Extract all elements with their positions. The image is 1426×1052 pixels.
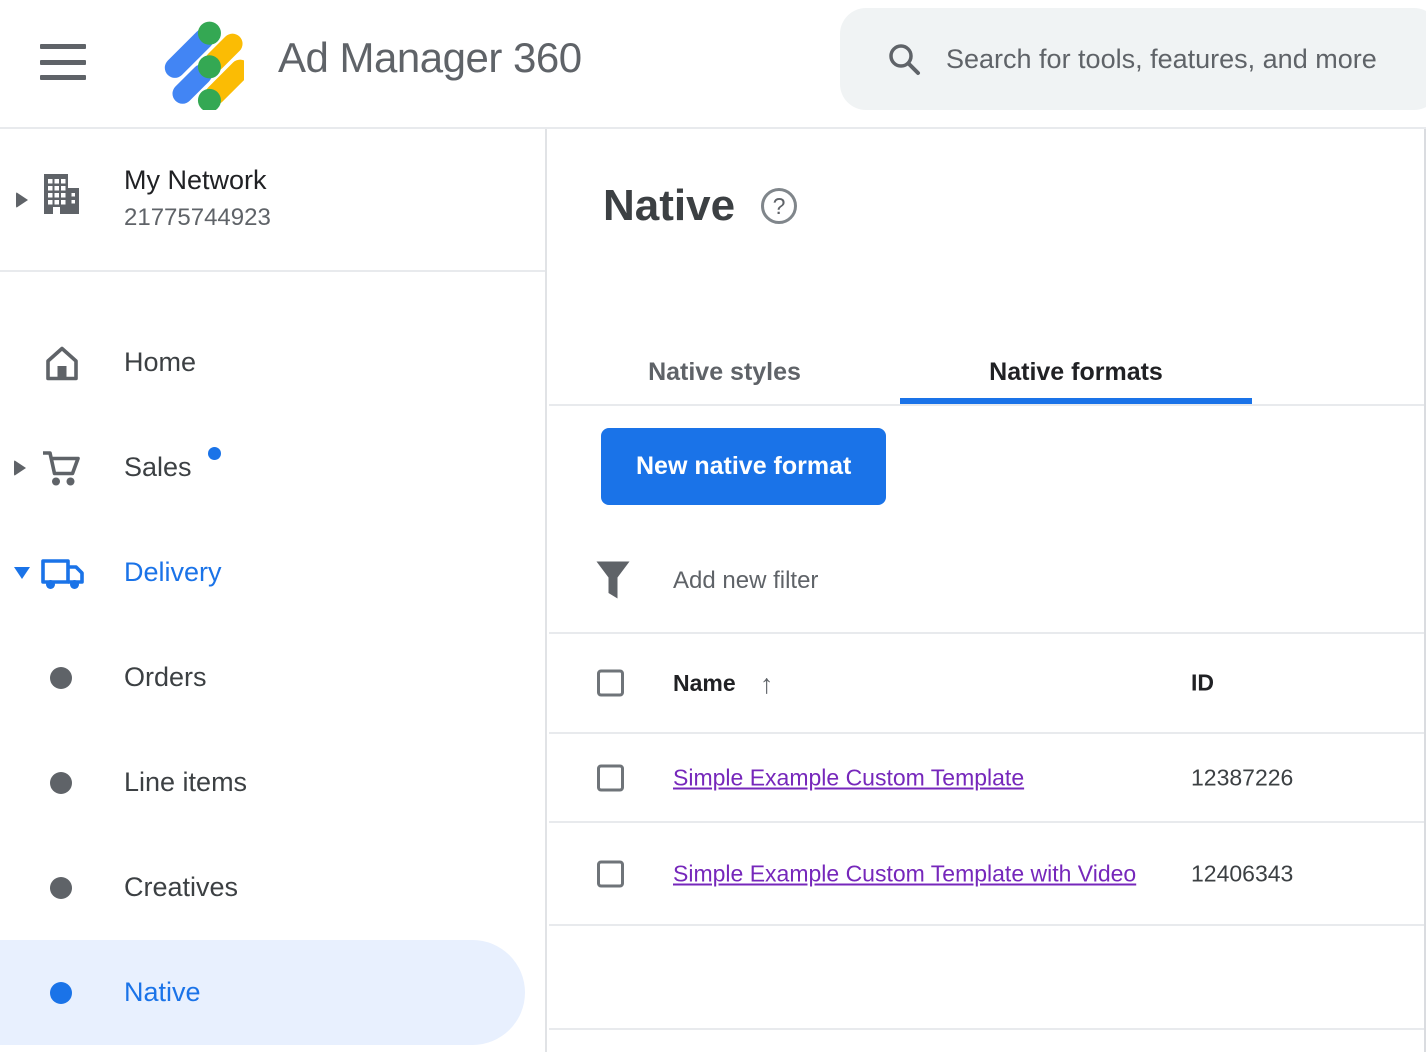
help-icon[interactable]: ? <box>761 188 797 224</box>
native-formats-table: Name ↑ ID Simple Example Custom Template… <box>549 634 1424 1030</box>
add-new-filter-label: Add new filter <box>673 567 818 595</box>
native-format-id: 12406343 <box>1191 860 1293 887</box>
sidebar: My Network 21775744923 Home <box>0 129 547 1052</box>
sidebar-item-creatives[interactable]: Creatives <box>0 835 545 940</box>
search-icon <box>886 41 922 77</box>
native-format-link[interactable]: Simple Example Custom Template with Vide… <box>673 860 1136 886</box>
row-checkbox[interactable] <box>597 764 624 791</box>
tab-native-styles[interactable]: Native styles <box>572 340 877 404</box>
building-icon <box>38 171 84 217</box>
row-checkbox[interactable] <box>597 860 624 887</box>
sidebar-item-orders[interactable]: Orders <box>0 625 545 730</box>
table-row: Simple Example Custom Template with Vide… <box>549 823 1424 926</box>
sidebar-item-label: Sales <box>124 452 192 483</box>
table-row: Simple Example Custom Template 12387226 <box>549 734 1424 823</box>
sales-notification-dot <box>208 447 221 460</box>
active-item-highlight <box>0 940 525 1045</box>
sort-ascending-icon[interactable]: ↑ <box>760 669 774 700</box>
network-expand-icon[interactable] <box>16 192 28 208</box>
sidebar-item-label: Creatives <box>124 872 238 903</box>
top-app-bar: Ad Manager 360 Search for tools, feature… <box>0 0 1426 129</box>
search-input[interactable]: Search for tools, features, and more <box>840 8 1426 110</box>
name-column-header[interactable]: Name <box>673 670 736 696</box>
native-format-link[interactable]: Simple Example Custom Template <box>673 764 1024 790</box>
new-native-format-button[interactable]: New native format <box>601 428 886 505</box>
sidebar-item-home[interactable]: Home <box>0 310 545 415</box>
sidebar-item-label: Line items <box>124 767 247 798</box>
ad-manager-logo-icon <box>148 14 244 110</box>
sidebar-item-line-items[interactable]: Line items <box>0 730 545 835</box>
network-selector[interactable]: My Network 21775744923 <box>0 129 545 272</box>
bullet-icon <box>50 982 72 1004</box>
truck-icon <box>36 552 88 594</box>
bullet-icon <box>50 772 72 794</box>
sidebar-item-label: Native <box>124 977 201 1008</box>
table-header-row: Name ↑ ID <box>549 634 1424 734</box>
search-placeholder: Search for tools, features, and more <box>946 44 1377 75</box>
home-icon <box>36 341 88 385</box>
table-empty-row <box>549 926 1424 1030</box>
sidebar-nav: Home Sales <box>0 272 545 1045</box>
collapse-icon[interactable] <box>14 567 30 579</box>
sidebar-item-label: Delivery <box>124 557 222 588</box>
menu-icon[interactable] <box>40 44 86 80</box>
bullet-icon <box>50 877 72 899</box>
main-content: Native ? Native styles Native formats Ne… <box>549 129 1426 1052</box>
sidebar-item-label: Home <box>124 347 196 378</box>
bullet-icon <box>50 667 72 689</box>
sidebar-item-label: Orders <box>124 662 207 693</box>
tab-bar: Native styles Native formats <box>549 340 1424 406</box>
product-title: Ad Manager 360 <box>278 34 582 82</box>
tab-native-formats[interactable]: Native formats <box>900 340 1252 404</box>
filter-icon <box>595 560 631 602</box>
sidebar-item-native[interactable]: Native <box>0 940 545 1045</box>
native-format-id: 12387226 <box>1191 764 1293 791</box>
filter-bar[interactable]: Add new filter <box>549 530 1424 634</box>
network-id: 21775744923 <box>124 204 271 232</box>
expand-icon[interactable] <box>14 460 26 476</box>
page-title: Native <box>603 181 735 231</box>
sidebar-item-delivery[interactable]: Delivery <box>0 520 545 625</box>
id-column-header: ID <box>1191 670 1214 697</box>
cart-icon <box>36 445 88 491</box>
network-name: My Network <box>124 165 271 196</box>
select-all-checkbox[interactable] <box>597 670 624 697</box>
sidebar-item-sales[interactable]: Sales <box>0 415 545 520</box>
